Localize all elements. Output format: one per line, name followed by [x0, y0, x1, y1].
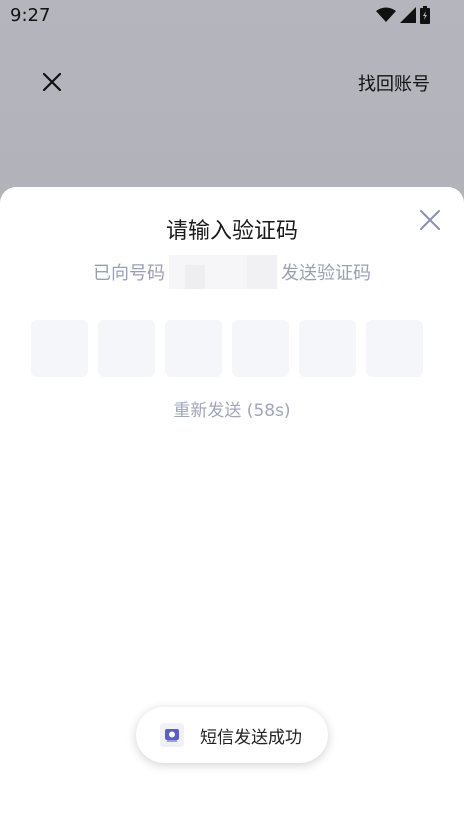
sheet-title: 请输入验证码 — [165, 219, 298, 244]
code-digit-box[interactable] — [232, 320, 289, 377]
close-icon[interactable] — [40, 70, 64, 94]
status-icons — [376, 6, 430, 24]
subtitle-suffix: 发送验证码 — [281, 263, 371, 284]
battery-icon — [420, 6, 430, 24]
status-time: 9:27 — [10, 5, 51, 26]
code-digit-box[interactable] — [98, 320, 155, 377]
masked-phone-number — [169, 255, 277, 289]
status-bar: 9:27 — [0, 0, 464, 32]
wifi-icon — [376, 7, 396, 22]
signal-icon — [400, 7, 416, 23]
code-digit-box[interactable] — [366, 320, 423, 377]
code-digit-box[interactable] — [299, 320, 356, 377]
sms-sent-toast: 短信发送成功 — [136, 707, 328, 763]
subtitle-prefix: 已向号码 — [93, 263, 165, 284]
sent-to-message: 已向号码 发送验证码 — [0, 255, 464, 289]
code-input-group[interactable] — [31, 320, 423, 377]
recover-account-link[interactable]: 找回账号 — [358, 70, 430, 96]
toast-message: 短信发送成功 — [200, 727, 302, 748]
code-digit-box[interactable] — [31, 320, 88, 377]
code-digit-box[interactable] — [165, 320, 222, 377]
app-icon — [160, 723, 184, 747]
resend-countdown[interactable]: 重新发送 (58s) — [0, 396, 464, 421]
